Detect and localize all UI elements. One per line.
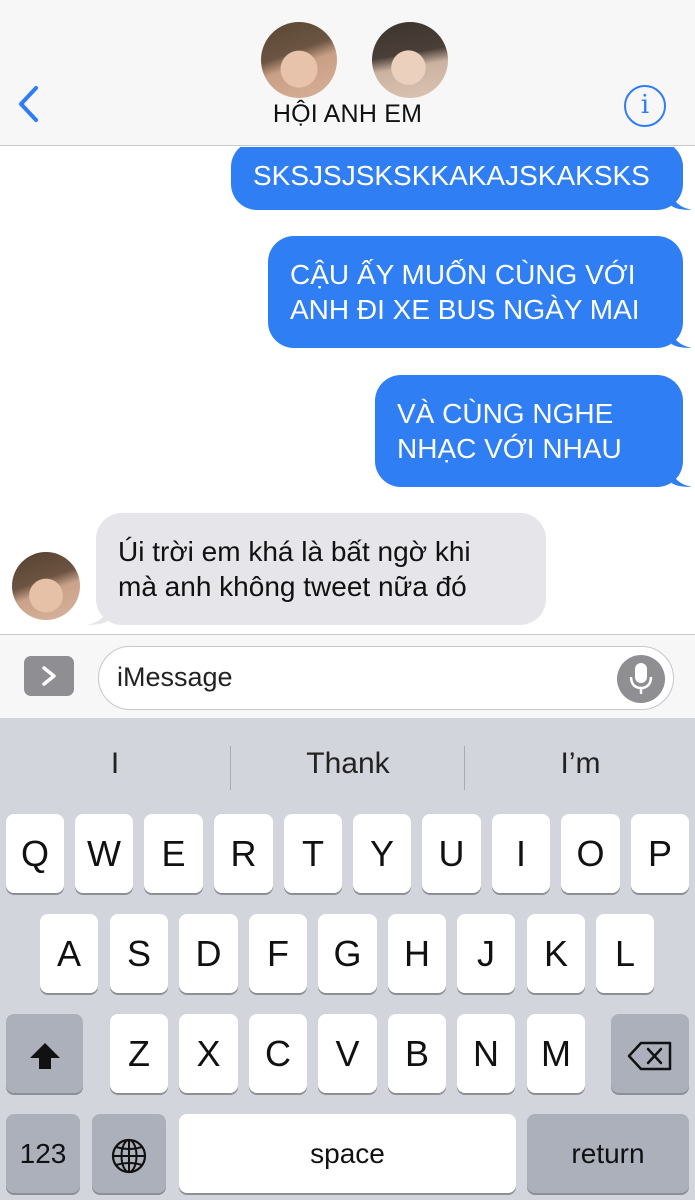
key-m[interactable]: M	[527, 1014, 585, 1093]
key-j[interactable]: J	[457, 914, 515, 993]
group-avatar-1[interactable]	[261, 22, 337, 98]
message-text: NHẠC VỚI NHAU	[397, 433, 622, 464]
key-w[interactable]: W	[75, 814, 133, 893]
key-g[interactable]: G	[318, 914, 377, 993]
message-input-placeholder: iMessage	[117, 662, 233, 692]
message-text: mà anh không tweet nữa đó	[118, 571, 467, 602]
bubble-tail	[670, 188, 692, 210]
message-text: ANH ĐI XE BUS NGÀY MAI	[290, 294, 640, 325]
quicktype-bar: I Thank I’m	[0, 718, 695, 810]
group-avatar-2[interactable]	[372, 22, 448, 98]
key-d[interactable]: D	[179, 914, 238, 993]
key-l[interactable]: L	[596, 914, 654, 993]
key-c[interactable]: C	[249, 1014, 307, 1093]
shift-key[interactable]	[6, 1014, 83, 1093]
key-u[interactable]: U	[422, 814, 481, 893]
conversation-header: HỘI ANH EM i	[0, 0, 695, 146]
key-z[interactable]: Z	[110, 1014, 168, 1093]
key-b[interactable]: B	[388, 1014, 446, 1093]
message-bubble-sent[interactable]: CẬU ẤY MUỐN CÙNG VỚI ANH ĐI XE BUS NGÀY …	[268, 236, 692, 348]
bubble-tail	[670, 326, 692, 348]
backspace-icon	[627, 1042, 672, 1071]
key-s[interactable]: S	[110, 914, 168, 993]
message-text: Úi trời em khá là bất ngờ khi	[118, 536, 471, 567]
suggestion-3[interactable]: I’m	[466, 747, 695, 781]
key-r[interactable]: R	[214, 814, 273, 893]
numbers-key[interactable]: 123	[6, 1114, 80, 1193]
key-k[interactable]: K	[527, 914, 585, 993]
message-bubble-received[interactable]: Úi trời em khá là bất ngờ khi mà anh khô…	[87, 513, 546, 625]
key-i[interactable]: I	[492, 814, 550, 893]
message-bubble-sent[interactable]: SKSJSJSKSKKAKAJSKAKSKS	[231, 147, 692, 210]
delete-key[interactable]	[611, 1014, 689, 1093]
message-bubble-sent[interactable]: VÀ CÙNG NGHE NHẠC VỚI NHAU	[375, 375, 692, 487]
key-a[interactable]: A	[40, 914, 98, 993]
key-e[interactable]: E	[144, 814, 203, 893]
space-key[interactable]: space	[179, 1114, 516, 1193]
key-y[interactable]: Y	[353, 814, 411, 893]
key-x[interactable]: X	[179, 1014, 238, 1093]
keyboard: I Thank I’m Q W E R T Y U I O P A S D F …	[0, 718, 695, 1200]
key-q[interactable]: Q	[6, 814, 64, 893]
suggestion-divider	[230, 746, 231, 790]
microphone-icon	[629, 663, 653, 694]
suggestion-2[interactable]: Thank	[232, 747, 464, 781]
key-o[interactable]: O	[561, 814, 620, 893]
shift-arrow-icon	[29, 1043, 60, 1070]
message-input[interactable]: iMessage	[98, 646, 674, 710]
info-icon[interactable]: i	[624, 85, 666, 127]
key-h[interactable]: H	[388, 914, 446, 993]
return-key[interactable]: return	[527, 1114, 689, 1193]
key-p[interactable]: P	[631, 814, 689, 893]
key-n[interactable]: N	[457, 1014, 515, 1093]
message-text: VÀ CÙNG NGHE	[397, 398, 614, 429]
key-v[interactable]: V	[318, 1014, 377, 1093]
group-name[interactable]: HỘI ANH EM	[0, 100, 695, 129]
bubble-tail	[670, 465, 692, 487]
suggestion-divider	[464, 746, 465, 790]
chevron-right-icon	[42, 666, 56, 686]
key-f[interactable]: F	[249, 914, 307, 993]
dictation-button[interactable]	[617, 655, 665, 703]
key-t[interactable]: T	[284, 814, 342, 893]
message-text: CẬU ẤY MUỐN CÙNG VỚI	[290, 259, 636, 290]
sender-avatar[interactable]	[12, 552, 80, 620]
globe-key[interactable]	[92, 1114, 166, 1193]
globe-icon	[111, 1139, 147, 1174]
message-list[interactable]: SKSJSJSKSKKAKAJSKAKSKS CẬU ẤY MUỐN CÙNG …	[0, 147, 695, 634]
bubble-tail	[87, 603, 109, 625]
suggestion-1[interactable]: I	[0, 747, 230, 781]
compose-bar: iMessage	[0, 634, 695, 718]
apps-button[interactable]	[24, 656, 74, 696]
message-text: SKSJSJSKSKKAKAJSKAKSKS	[253, 160, 650, 191]
